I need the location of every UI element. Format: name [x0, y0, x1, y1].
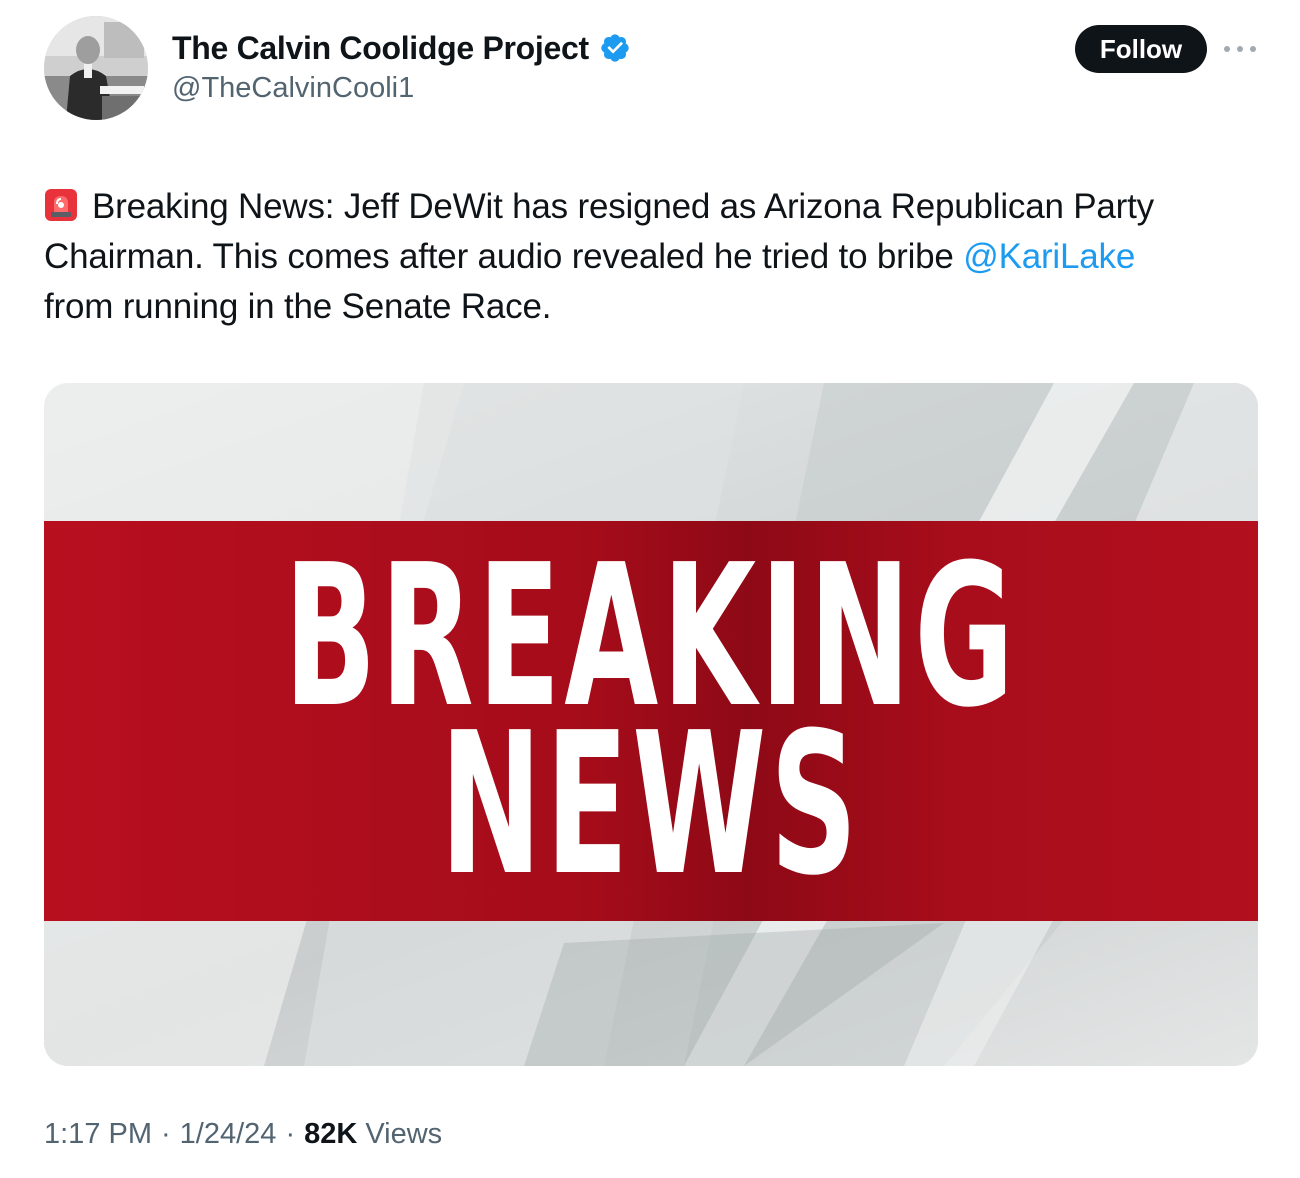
follow-button[interactable]: Follow — [1075, 25, 1207, 73]
views-count[interactable]: 82K — [304, 1118, 357, 1151]
tweet-media-image[interactable]: BREAKING NEWS — [44, 383, 1258, 1066]
banner-text: BREAKING NEWS — [44, 521, 1258, 921]
avatar-photo — [44, 16, 148, 120]
tweet-line-1: Breaking News: Jeff DeWit has resigned a… — [44, 182, 1274, 232]
tweet-line-1-text: Breaking News: Jeff DeWit has resigned a… — [92, 187, 1154, 226]
tweet-time[interactable]: 1:17 PM — [44, 1118, 152, 1151]
mention-link[interactable]: @KariLake — [963, 237, 1135, 276]
author-handle[interactable]: @TheCalvinCooli1 — [172, 72, 414, 105]
views-label: Views — [365, 1118, 443, 1150]
more-options-icon[interactable] — [1224, 34, 1256, 64]
display-name[interactable]: The Calvin Coolidge Project — [172, 30, 589, 67]
tweet-line-2-text: Chairman. This comes after audio reveale… — [44, 237, 964, 276]
meta-separator: · — [285, 1118, 296, 1150]
tweet-line-2: Chairman. This comes after audio reveale… — [44, 232, 1274, 282]
meta-separator: · — [161, 1118, 171, 1150]
police-light-icon — [45, 189, 77, 221]
author-name-row[interactable]: The Calvin Coolidge Project — [172, 26, 631, 70]
tweet-meta: 1:17 PM · 1/24/24 · 82K Views — [44, 1118, 442, 1151]
tweet-text: Breaking News: Jeff DeWit has resigned a… — [44, 182, 1274, 332]
banner-line-2: NEWS — [440, 691, 862, 919]
avatar[interactable] — [44, 16, 148, 120]
tweet-date[interactable]: 1/24/24 — [180, 1118, 277, 1151]
verified-badge-icon — [601, 34, 629, 62]
tweet-line-3: from running in the Senate Race. — [44, 287, 552, 326]
